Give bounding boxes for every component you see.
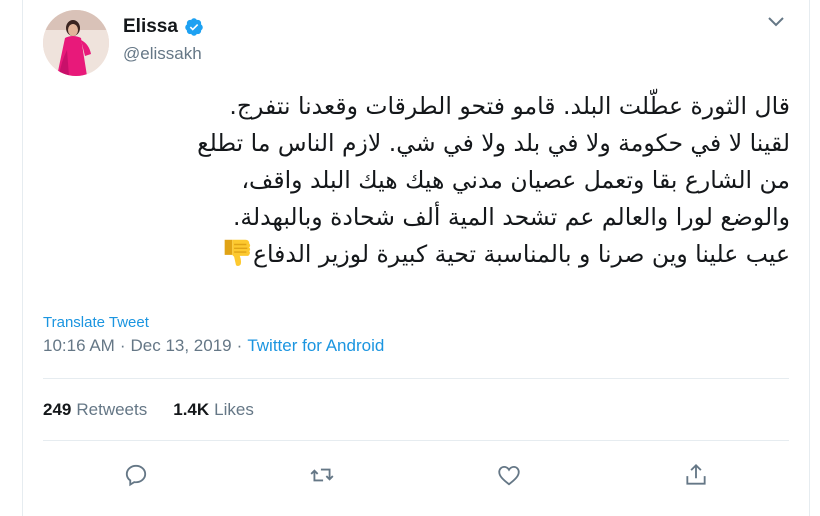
meta-separator: · — [236, 336, 243, 355]
retweet-button[interactable] — [305, 458, 339, 492]
tweet-source-link[interactable]: Twitter for Android — [247, 336, 384, 356]
reply-icon — [125, 464, 147, 487]
tweet-line: لقينا لا في حكومة ولا في بلد ولا في شي. … — [197, 129, 790, 157]
thumbs-down-emoji-icon — [224, 239, 251, 267]
verified-badge-icon — [185, 18, 203, 36]
tweet-text: قال الثورة عطّلت البلد. قامو فتحو الطرقا… — [40, 88, 790, 273]
tweet-date[interactable]: Dec 13, 2019 — [131, 336, 232, 356]
retweets-count: 249 — [43, 400, 72, 419]
avatar-photo — [43, 10, 109, 76]
divider — [43, 440, 789, 441]
likes-stat[interactable]: 1.4K Likes — [173, 400, 254, 420]
reply-button[interactable] — [119, 458, 153, 492]
share-icon — [686, 463, 706, 485]
avatar[interactable] — [43, 10, 109, 76]
divider — [43, 378, 789, 379]
tweet-line: من الشارع بقا وتعمل عصيان مدني هيك هيك ا… — [241, 166, 790, 194]
more-options-button[interactable] — [766, 14, 786, 30]
display-name[interactable]: Elissa — [123, 16, 178, 38]
author-name-row: Elissa — [123, 16, 204, 38]
tweet-line: قال الثورة عطّلت البلد. قامو فتحو الطرقا… — [229, 92, 790, 120]
chevron-down-icon — [768, 17, 784, 27]
retweets-stat[interactable]: 249 Retweets — [43, 400, 147, 420]
translate-tweet-link[interactable]: Translate Tweet — [43, 314, 149, 331]
tweet-time[interactable]: 10:16 AM — [43, 336, 115, 356]
likes-count: 1.4K — [173, 400, 210, 419]
like-button[interactable] — [492, 458, 526, 492]
like-icon — [498, 465, 520, 486]
retweet-icon — [310, 468, 334, 482]
tweet-line: والوضع لورا والعالم عم تشحد المية ألف شح… — [232, 203, 790, 231]
likes-label: Likes — [214, 400, 254, 419]
tweet-line: عيب علينا وين صرنا و بالمناسبة تحية كبير… — [252, 240, 790, 268]
retweets-label: Retweets — [76, 400, 148, 419]
author-handle[interactable]: @elissakh — [123, 44, 202, 64]
share-button[interactable] — [679, 458, 713, 492]
meta-separator: · — [119, 336, 126, 355]
tweet-meta: 10:16 AM · Dec 13, 2019 · Twitter for An… — [43, 336, 384, 356]
tweet-line-last: عيب علينا وين صرنا و بالمناسبة تحية كبير… — [40, 236, 790, 273]
tweet-actions — [0, 458, 820, 498]
engagement-stats: 249 Retweets 1.4K Likes — [43, 400, 280, 420]
